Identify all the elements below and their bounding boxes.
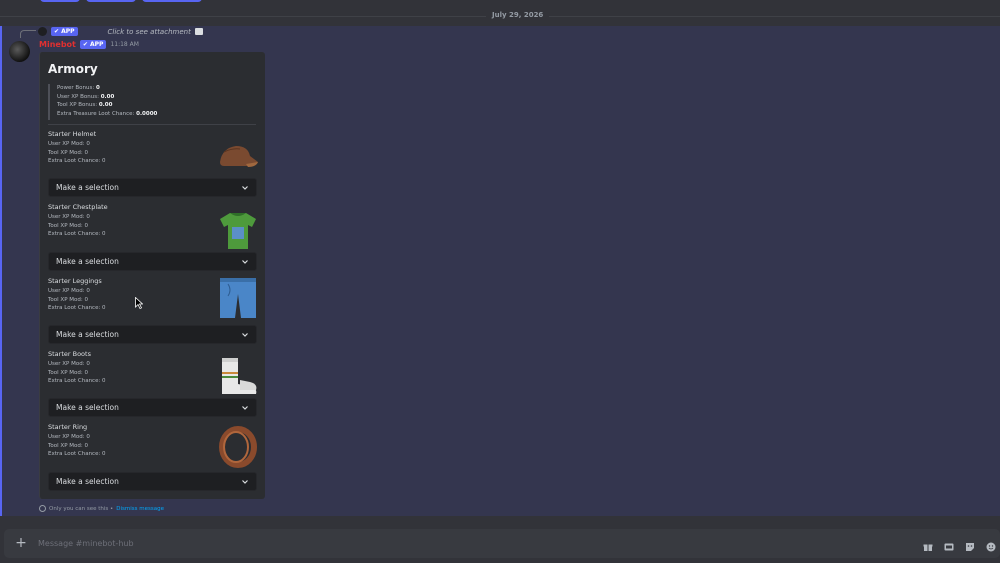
reply-app-tag: ✔ APP xyxy=(51,27,78,36)
date-divider: July 29, 2026 xyxy=(486,11,550,19)
select-placeholder: Make a selection xyxy=(56,330,119,339)
tool-xp-bonus: Tool XP Bonus: 0.00 xyxy=(57,101,258,110)
tool-xp-label: Tool XP Bonus: xyxy=(57,102,98,109)
sticker-icon[interactable] xyxy=(965,537,975,551)
reply-preview[interactable]: ✔ APP Click to see attachment xyxy=(38,27,203,36)
item-ring: Starter Ring User XP Mod: 0 Tool XP Mod:… xyxy=(48,423,260,468)
loot-value: 0.0000 xyxy=(136,111,158,118)
chevron-down-icon xyxy=(242,185,248,190)
helmet-select[interactable]: Make a selection xyxy=(48,178,257,197)
item-boots: Starter Boots User XP Mod: 0 Tool XP Mod… xyxy=(48,350,260,394)
loot-chance: Extra Treasure Loot Chance: 0.0000 xyxy=(57,110,258,119)
chevron-down-icon xyxy=(242,479,248,484)
emoji-icon[interactable] xyxy=(986,537,996,552)
select-placeholder: Make a selection xyxy=(56,183,119,192)
user-xp-value: 0.00 xyxy=(100,93,115,100)
helmet-icon xyxy=(220,146,258,167)
eye-icon xyxy=(39,505,46,512)
loot-label: Extra Treasure Loot Chance: xyxy=(57,111,135,118)
message-input[interactable] xyxy=(38,534,738,553)
message-composer: + xyxy=(4,529,1000,558)
top-button[interactable] xyxy=(86,0,136,2)
image-icon xyxy=(194,28,203,35)
user-xp-label: User XP Bonus: xyxy=(57,93,99,100)
timestamp: 11:18 AM xyxy=(110,41,139,48)
embed-title: Armory xyxy=(48,62,98,76)
top-button[interactable] xyxy=(142,0,202,2)
chevron-down-icon xyxy=(242,259,248,264)
chevron-down-icon xyxy=(242,332,248,337)
item-chestplate: Starter Chestplate User XP Mod: 0 Tool X… xyxy=(48,203,260,249)
armory-embed: Armory Power Bonus: 0 User XP Bonus: 0.0… xyxy=(39,52,265,499)
message-header: Minebot ✔ APP 11:18 AM xyxy=(39,40,139,49)
user-xp-bonus: User XP Bonus: 0.00 xyxy=(57,93,258,102)
gif-icon[interactable] xyxy=(944,537,954,551)
ring-select[interactable]: Make a selection xyxy=(48,472,257,491)
tool-xp-value: 0.00 xyxy=(98,102,113,109)
ephemeral-notice: Only you can see this • Dismiss message xyxy=(39,505,164,512)
top-button[interactable] xyxy=(40,0,80,2)
app-tag: ✔ APP xyxy=(79,40,107,49)
mouse-cursor-icon xyxy=(135,297,143,309)
select-placeholder: Make a selection xyxy=(56,257,119,266)
item-leggings: Starter Leggings User XP Mod: 0 Tool XP … xyxy=(48,277,260,318)
chestplate-select[interactable]: Make a selection xyxy=(48,252,257,271)
boots-icon xyxy=(222,358,257,394)
ephemeral-text: Only you can see this • xyxy=(49,505,114,512)
stats-block: Power Bonus: 0 User XP Bonus: 0.00 Tool … xyxy=(48,84,258,120)
dismiss-message-link[interactable]: Dismiss message xyxy=(116,506,164,512)
power-bonus-value: 0 xyxy=(95,85,100,91)
chestplate-icon xyxy=(220,213,256,249)
leggings-icon xyxy=(220,278,256,318)
top-buttons xyxy=(40,0,202,2)
chevron-down-icon xyxy=(242,405,248,410)
select-placeholder: Make a selection xyxy=(56,403,119,412)
bot-name[interactable]: Minebot xyxy=(39,40,76,49)
reply-text[interactable]: Click to see attachment xyxy=(108,28,191,36)
gift-icon[interactable] xyxy=(923,537,933,551)
boots-select[interactable]: Make a selection xyxy=(48,398,257,417)
select-placeholder: Make a selection xyxy=(56,477,119,486)
app-tag-label: APP xyxy=(90,41,104,48)
reply-author[interactable] xyxy=(82,28,104,36)
plus-icon[interactable]: + xyxy=(14,536,28,550)
item-helmet: Starter Helmet User XP Mod: 0 Tool XP Mo… xyxy=(48,130,260,167)
reply-avatar xyxy=(38,27,47,36)
embed-divider xyxy=(48,124,256,125)
ring-icon xyxy=(219,426,257,468)
composer-icons xyxy=(923,537,996,552)
reply-app-tag-label: APP xyxy=(61,28,75,35)
leggings-select[interactable]: Make a selection xyxy=(48,325,257,344)
power-bonus-label: Power Bonus: xyxy=(57,85,95,91)
reply-connector xyxy=(20,30,36,38)
avatar[interactable] xyxy=(9,41,30,62)
power-bonus: Power Bonus: 0 xyxy=(57,84,258,93)
